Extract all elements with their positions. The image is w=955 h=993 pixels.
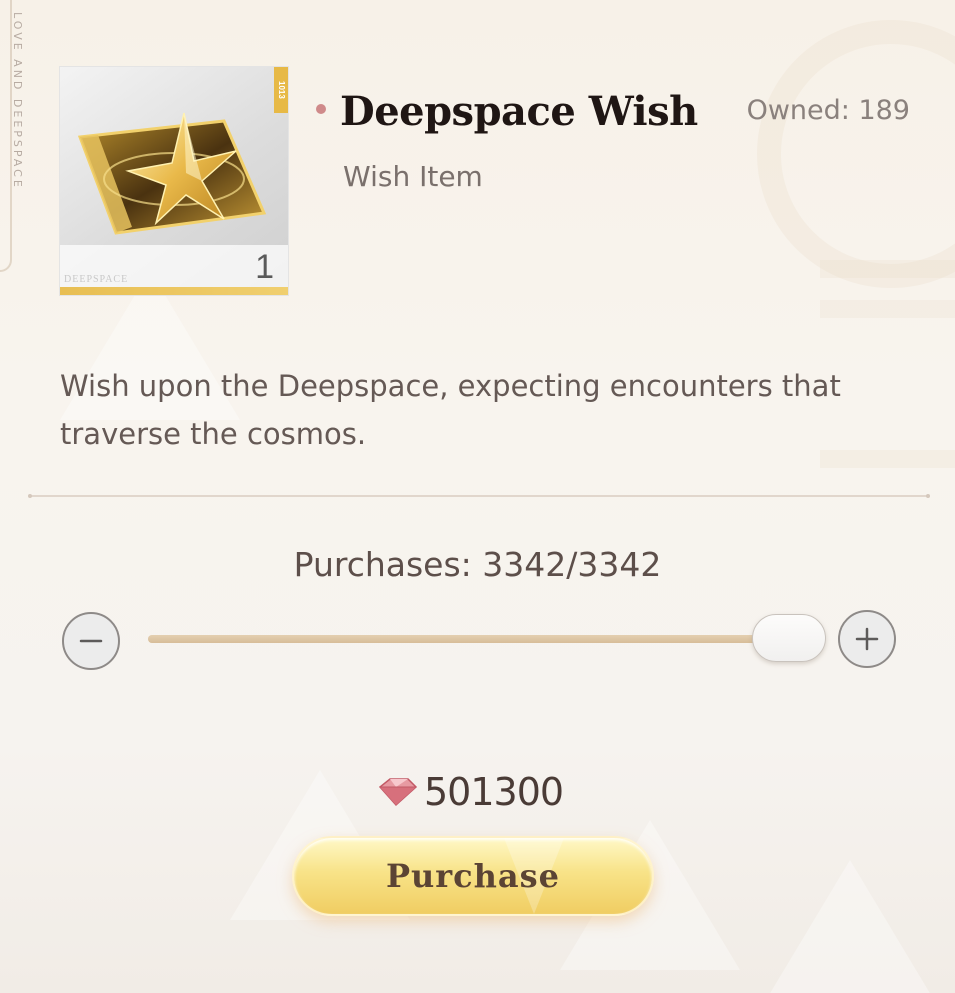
item-type: Wish Item [343,160,483,193]
title-bullet [316,104,326,114]
cost-display: 501300 [374,770,564,814]
item-title: Deepspace Wish [340,88,698,135]
decrease-button[interactable] [62,612,120,670]
cost-value: 501300 [424,770,564,814]
side-brand-text: LOVE AND DEEPSPACE [11,12,24,190]
minus-icon [79,639,103,643]
quantity-slider-thumb[interactable] [752,614,826,662]
section-divider [28,494,930,498]
purchase-button-label: Purchase [385,857,561,895]
item-description: Wish upon the Deepspace, expecting encou… [60,369,841,451]
diamond-gem-icon [378,778,418,807]
plus-icon [855,627,879,651]
quantity-slider-track[interactable] [148,635,788,643]
card-tag: 1013 [274,67,288,113]
item-quantity: 1 [255,248,274,286]
wish-ticket-icon [77,112,267,235]
purchases-counter: Purchases: 3342/3342 [293,545,662,584]
quantity-slider-fill [148,635,788,643]
rarity-bar [60,287,288,295]
card-brand-label: DEEPSPACE [64,274,129,285]
purchase-button[interactable]: Purchase [292,836,654,916]
item-icon-card: 1013 DEEPSPACE 1 [59,66,289,296]
increase-button[interactable] [838,610,896,668]
owned-count: Owned: 189 [746,95,910,126]
